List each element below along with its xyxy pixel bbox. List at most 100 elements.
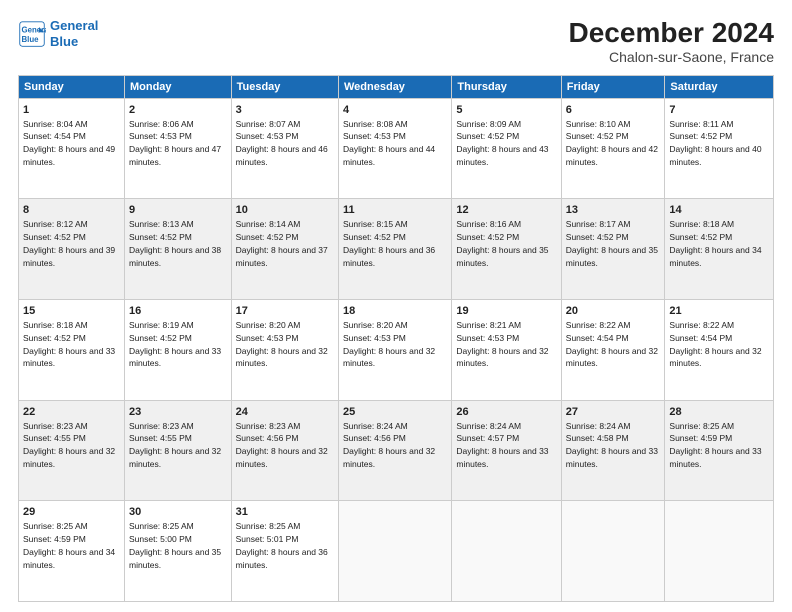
svg-text:Blue: Blue (22, 34, 40, 43)
day-sunrise: Sunrise: 8:09 AM (456, 119, 521, 129)
day-daylight-label: Daylight: 8 hours and 49 minutes. (23, 144, 115, 167)
day-number: 28 (669, 405, 769, 420)
day-sunset: Sunset: 4:52 PM (669, 232, 732, 242)
day-sunset: Sunset: 4:52 PM (566, 131, 629, 141)
day-sunset: Sunset: 4:54 PM (23, 131, 86, 141)
day-cell: 20Sunrise: 8:22 AM Sunset: 4:54 PM Dayligh… (561, 300, 665, 401)
day-cell: 2Sunrise: 8:06 AM Sunset: 4:53 PM Daylight… (124, 98, 231, 199)
day-sunset: Sunset: 4:53 PM (129, 131, 192, 141)
day-daylight-label: Daylight: 8 hours and 35 minutes. (566, 245, 658, 268)
day-daylight-label: Daylight: 8 hours and 32 minutes. (343, 346, 435, 369)
day-sunset: Sunset: 4:52 PM (129, 333, 192, 343)
day-sunset: Sunset: 4:52 PM (669, 131, 732, 141)
day-number: 10 (236, 203, 334, 218)
day-sunrise: Sunrise: 8:04 AM (23, 119, 88, 129)
day-cell (561, 501, 665, 602)
day-daylight-label: Daylight: 8 hours and 32 minutes. (566, 346, 658, 369)
day-sunset: Sunset: 4:52 PM (456, 232, 519, 242)
week-row-3: 15Sunrise: 8:18 AM Sunset: 4:52 PM Dayligh… (19, 300, 774, 401)
day-daylight-label: Daylight: 8 hours and 34 minutes. (23, 547, 115, 570)
day-daylight-label: Daylight: 8 hours and 38 minutes. (129, 245, 221, 268)
col-header-monday: Monday (124, 75, 231, 98)
day-sunrise: Sunrise: 8:25 AM (129, 521, 194, 531)
day-daylight-label: Daylight: 8 hours and 47 minutes. (129, 144, 221, 167)
day-sunrise: Sunrise: 8:18 AM (23, 320, 88, 330)
col-header-tuesday: Tuesday (231, 75, 338, 98)
day-cell: 9Sunrise: 8:13 AMSunset: 4:52 PMDaylight… (124, 199, 231, 300)
logo-blue: Blue (50, 34, 98, 50)
day-number: 21 (669, 304, 769, 319)
day-sunrise: Sunrise: 8:21 AM (456, 320, 521, 330)
day-cell: 23Sunrise: 8:23 AMSunset: 4:55 PMDayligh… (124, 400, 231, 501)
day-sunrise: Sunrise: 8:22 AM (566, 320, 631, 330)
day-daylight-label: Daylight: 8 hours and 40 minutes. (669, 144, 761, 167)
logo-general: General (50, 18, 98, 34)
day-daylight-label: Daylight: 8 hours and 32 minutes. (669, 346, 761, 369)
day-cell: 7Sunrise: 8:11 AMSunset: 4:52 PMDaylight… (665, 98, 774, 199)
day-sunrise: Sunrise: 8:13 AM (129, 219, 194, 229)
day-sunset: Sunset: 4:57 PM (456, 433, 519, 443)
day-cell (452, 501, 561, 602)
day-daylight-label: Daylight: 8 hours and 33 minutes. (456, 446, 548, 469)
day-daylight-label: Daylight: 8 hours and 36 minutes. (236, 547, 328, 570)
day-sunrise: Sunrise: 8:07 AM (236, 119, 301, 129)
day-sunset: Sunset: 4:53 PM (236, 333, 299, 343)
col-header-sunday: Sunday (19, 75, 125, 98)
day-sunrise: Sunrise: 8:24 AM (343, 421, 408, 431)
day-cell: 31Sunrise: 8:25 AMSunset: 5:01 PMDayligh… (231, 501, 338, 602)
day-sunset: Sunset: 4:53 PM (343, 131, 406, 141)
day-sunrise: Sunrise: 8:23 AM (23, 421, 88, 431)
day-cell: 11Sunrise: 8:15 AMSunset: 4:52 PMDayligh… (339, 199, 452, 300)
col-header-friday: Friday (561, 75, 665, 98)
day-daylight-label: Daylight: 8 hours and 32 minutes. (456, 346, 548, 369)
day-number: 11 (343, 203, 447, 218)
day-sunset: Sunset: 4:52 PM (456, 131, 519, 141)
day-number: 29 (23, 505, 120, 520)
day-sunrise: Sunrise: 8:24 AM (566, 421, 631, 431)
week-row-5: 29Sunrise: 8:25 AMSunset: 4:59 PMDayligh… (19, 501, 774, 602)
day-daylight-label: Daylight: 8 hours and 39 minutes. (23, 245, 115, 268)
day-cell: 22Sunrise: 8:23 AMSunset: 4:55 PMDayligh… (19, 400, 125, 501)
page: General Blue General Blue December 2024 … (0, 0, 792, 612)
day-sunset: Sunset: 4:52 PM (566, 232, 629, 242)
day-cell: 26Sunrise: 8:24 AMSunset: 4:57 PMDayligh… (452, 400, 561, 501)
day-daylight-label: Daylight: 8 hours and 37 minutes. (236, 245, 328, 268)
day-sunset: Sunset: 4:53 PM (343, 333, 406, 343)
day-cell: 15Sunrise: 8:18 AMSunset: 4:52 PMDayligh… (19, 300, 125, 401)
day-sunrise: Sunrise: 8:22 AM (669, 320, 734, 330)
day-number: 31 (236, 505, 334, 520)
day-cell (339, 501, 452, 602)
day-cell: 14Sunrise: 8:18 AMSunset: 4:52 PMDayligh… (665, 199, 774, 300)
day-number: 12 (456, 203, 556, 218)
day-daylight-label: Daylight: 8 hours and 33 minutes. (566, 446, 658, 469)
day-daylight-label: Daylight: 8 hours and 32 minutes. (236, 446, 328, 469)
main-title: December 2024 (569, 18, 774, 49)
day-sunrise: Sunrise: 8:25 AM (236, 521, 301, 531)
day-sunrise: Sunrise: 8:23 AM (236, 421, 301, 431)
day-sunrise: Sunrise: 8:10 AM (566, 119, 631, 129)
day-sunset: Sunset: 4:56 PM (343, 433, 406, 443)
day-number: 27 (566, 405, 661, 420)
day-sunset: Sunset: 4:52 PM (23, 232, 86, 242)
day-number: 20 (566, 304, 661, 319)
subtitle: Chalon-sur-Saone, France (569, 49, 774, 65)
day-sunrise: Sunrise: 8:08 AM (343, 119, 408, 129)
day-number: 24 (236, 405, 334, 420)
day-number: 26 (456, 405, 556, 420)
day-daylight-label: Daylight: 8 hours and 36 minutes. (343, 245, 435, 268)
day-daylight-label: Daylight: 8 hours and 34 minutes. (669, 245, 761, 268)
day-sunrise: Sunrise: 8:06 AM (129, 119, 194, 129)
day-cell: 17Sunrise: 8:20 AMSunset: 4:53 PMDayligh… (231, 300, 338, 401)
day-number: 2 (129, 103, 227, 118)
day-number: 15 (23, 304, 120, 319)
calendar-table: SundayMondayTuesdayWednesdayThursdayFrid… (18, 75, 774, 602)
header: General Blue General Blue December 2024 … (18, 18, 774, 65)
day-number: 25 (343, 405, 447, 420)
day-sunset: Sunset: 4:52 PM (343, 232, 406, 242)
day-sunset: Sunset: 4:54 PM (566, 333, 629, 343)
day-cell: 30Sunrise: 8:25 AMSunset: 5:00 PMDayligh… (124, 501, 231, 602)
day-number: 16 (129, 304, 227, 319)
day-daylight-label: Daylight: 8 hours and 32 minutes. (23, 446, 115, 469)
day-cell: 3Sunrise: 8:07 AMSunset: 4:53 PMDaylight… (231, 98, 338, 199)
day-cell: 21Sunrise: 8:22 AMSunset: 4:54 PMDayligh… (665, 300, 774, 401)
